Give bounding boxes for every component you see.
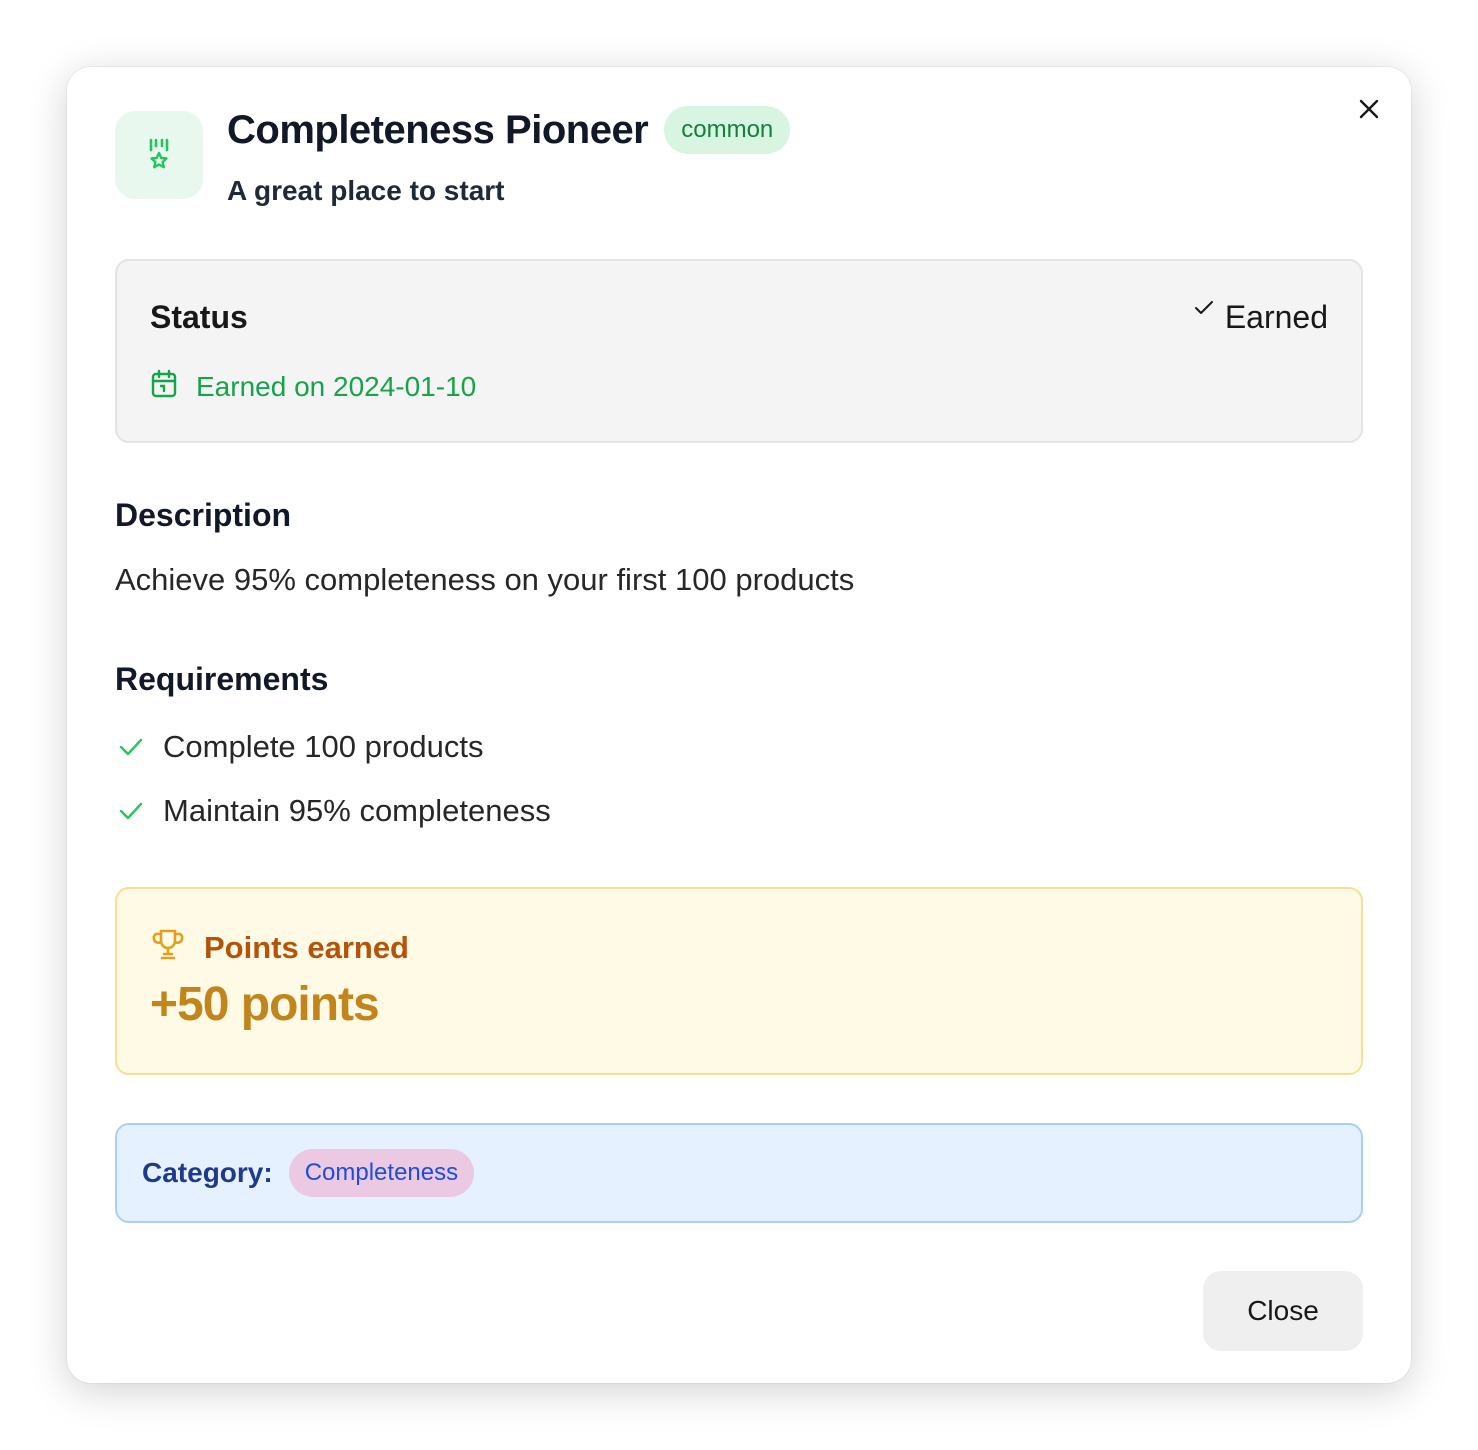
calendar-icon bbox=[150, 369, 178, 404]
requirement-label: Maintain 95% completeness bbox=[163, 793, 551, 828]
status-value-text: Earned bbox=[1224, 299, 1328, 335]
check-icon bbox=[115, 731, 147, 763]
status-label: Status bbox=[150, 299, 248, 335]
category-chip: Completeness bbox=[288, 1149, 475, 1197]
status-value: Earned bbox=[1193, 297, 1328, 337]
requirement-label: Complete 100 products bbox=[163, 729, 484, 764]
points-card: Points earned +50 points bbox=[115, 887, 1363, 1075]
close-button[interactable]: Close bbox=[1203, 1271, 1363, 1351]
points-header: Points earned bbox=[150, 927, 409, 968]
requirements-heading: Requirements bbox=[115, 661, 329, 697]
status-card: Status Earned Earned on 2024-01-10 bbox=[115, 259, 1363, 443]
points-value: +50 points bbox=[150, 978, 380, 1031]
medal-icon bbox=[115, 111, 203, 199]
requirements-list: Complete 100 products Maintain 95% compl… bbox=[115, 727, 551, 855]
category-label: Category: bbox=[142, 1157, 273, 1188]
category-card: Category: Completeness bbox=[115, 1123, 1363, 1223]
dialog-title: Completeness Pioneer bbox=[227, 107, 649, 152]
earned-date: Earned on 2024-01-10 bbox=[150, 369, 476, 404]
list-item: Complete 100 products bbox=[115, 727, 551, 767]
trophy-icon bbox=[150, 927, 186, 968]
close-icon[interactable] bbox=[1353, 93, 1385, 125]
description-text: Achieve 95% completeness on your first 1… bbox=[115, 562, 855, 597]
modal-backdrop: Completeness Pioneer common A great plac… bbox=[0, 0, 1478, 1450]
rarity-badge: common bbox=[664, 106, 791, 154]
dialog-header: Completeness Pioneer common A great plac… bbox=[115, 105, 791, 207]
check-icon bbox=[1193, 297, 1215, 324]
earned-date-text: Earned on 2024-01-10 bbox=[196, 370, 477, 402]
description-heading: Description bbox=[115, 497, 292, 533]
check-icon bbox=[115, 795, 147, 827]
points-label: Points earned bbox=[204, 929, 409, 965]
achievement-dialog: Completeness Pioneer common A great plac… bbox=[67, 67, 1411, 1383]
list-item: Maintain 95% completeness bbox=[115, 791, 551, 831]
dialog-subtitle: A great place to start bbox=[227, 175, 505, 206]
